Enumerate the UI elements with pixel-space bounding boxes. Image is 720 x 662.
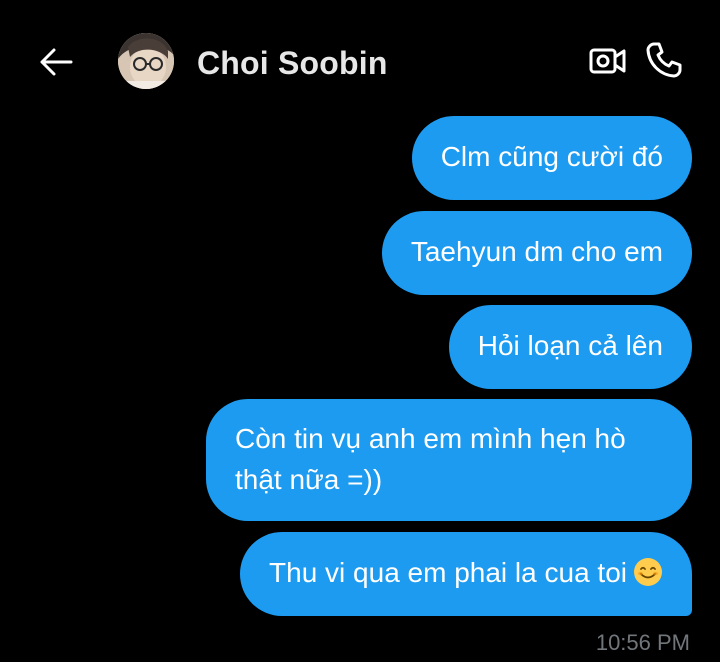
contact-name[interactable]: Choi Soobin [197,45,388,82]
video-call-button[interactable] [588,42,628,80]
phone-icon [646,42,682,78]
message-text: Hỏi loạn cả lên [477,330,663,361]
message-timestamp: 10:56 PM [595,630,690,655]
message-text: Clm cũng cười đó [440,141,663,172]
smiling-face-emoji [634,558,662,586]
voice-call-button[interactable] [644,40,684,80]
avatar-image [118,33,174,89]
message-bubble[interactable]: Taehyun dm cho em [381,211,692,295]
arrow-left-icon [40,48,73,76]
contact-avatar[interactable] [118,33,174,89]
video-call-icon [589,48,626,74]
message-bubble[interactable]: Thu vi qua em phai la cua toi [240,532,692,616]
message-bubble[interactable]: Hỏi loạn cả lên [448,305,692,389]
chat-header: Choi Soobin [0,0,720,118]
back-button[interactable] [36,42,76,82]
message-bubble[interactable]: Clm cũng cười đó [411,116,692,200]
message-text: Taehyun dm cho em [410,236,663,267]
message-bubble[interactable]: Còn tin vụ anh em mình hẹn hò thật nữa =… [206,399,692,521]
message-text: Còn tin vụ anh em mình hẹn hò thật nữa =… [235,423,626,495]
message-text: Thu vi qua em phai la cua toi [269,557,627,588]
